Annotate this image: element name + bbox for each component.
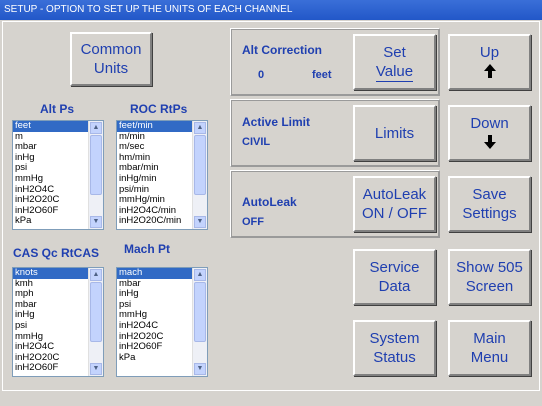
scroll-up-icon[interactable]: ▲: [90, 269, 102, 281]
down-label: Down: [470, 114, 509, 132]
alt-ps-listbox[interactable]: feet m mbar inHg psi mmHg inH2O4C inH2O20C inH2O…: [12, 120, 104, 230]
alt-correction-value: 0: [258, 69, 265, 81]
set-value-label-1: Set: [383, 43, 406, 61]
scroll-up-icon[interactable]: ▲: [90, 122, 102, 134]
list-item[interactable]: mach: [117, 268, 193, 279]
alt-ps-scrollbar[interactable]: ▲ ▼: [88, 121, 103, 229]
roc-rtps-items: feet/min m/min m/sec hm/min mbar/min inHg/min…: [117, 121, 193, 229]
save-settings-label-2: Settings: [462, 205, 517, 222]
common-units-label-2: Units: [93, 60, 129, 77]
common-units-button[interactable]: Common Units: [70, 32, 152, 86]
show-505-screen-button[interactable]: Show 505 Screen: [448, 249, 531, 305]
scroll-down-icon[interactable]: ▼: [194, 363, 206, 375]
set-value-button[interactable]: Set Value: [353, 34, 436, 90]
main-menu-button[interactable]: Main Menu: [448, 320, 531, 376]
cas-qc-rtcas-items: knots kmh mph mbar inHg psi mmHg inH2O4C inH2O20…: [13, 268, 89, 376]
cas-qc-rtcas-label: CAS Qc RtCAS: [13, 246, 100, 260]
autoleak-button-label-2: ON / OFF: [362, 205, 427, 222]
autoleak-toggle-button[interactable]: AutoLeak ON / OFF: [353, 176, 436, 232]
alt-correction-label: Alt Correction: [242, 43, 323, 57]
limits-button[interactable]: Limits: [353, 105, 436, 161]
scroll-thumb[interactable]: [90, 135, 102, 195]
system-status-label-2: Status: [373, 349, 416, 366]
alt-correction-unit: feet: [312, 69, 332, 81]
list-item[interactable]: knots: [13, 268, 89, 279]
main-menu-label-2: Menu: [470, 349, 509, 366]
roc-rtps-label: ROC RtPs: [130, 102, 188, 116]
mach-pt-scrollbar[interactable]: ▲ ▼: [192, 268, 207, 376]
cas-qc-rtcas-listbox[interactable]: knots kmh mph mbar inHg psi mmHg inH2O4C inH2O20…: [12, 267, 104, 377]
down-button[interactable]: Down: [448, 105, 531, 161]
list-item[interactable]: inH2O20C/min: [117, 216, 193, 227]
roc-rtps-scrollbar[interactable]: ▲ ▼: [192, 121, 207, 229]
service-data-button[interactable]: Service Data: [353, 249, 436, 305]
alt-ps-items: feet m mbar inHg psi mmHg inH2O4C inH2O20C inH2O…: [13, 121, 89, 229]
list-item[interactable]: feet/min: [117, 121, 193, 132]
list-item[interactable]: feet: [13, 121, 89, 132]
cas-qc-rtcas-scrollbar[interactable]: ▲ ▼: [88, 268, 103, 376]
service-data-label-2: Data: [378, 278, 411, 295]
set-value-label-2: Value: [375, 62, 414, 82]
list-item[interactable]: kPa: [13, 216, 89, 227]
scroll-down-icon[interactable]: ▼: [90, 363, 102, 375]
list-item[interactable]: mmHg: [13, 173, 89, 185]
mach-pt-listbox[interactable]: mach mbar inHg psi mmHg inH2O4C inH2O20C inH2O6…: [116, 267, 208, 377]
scroll-thumb[interactable]: [194, 282, 206, 342]
autoleak-label: AutoLeak: [242, 195, 297, 209]
up-label: Up: [479, 43, 500, 61]
active-limit-value: CIVIL: [242, 136, 271, 148]
scroll-thumb[interactable]: [194, 135, 206, 195]
list-item[interactable]: inH2O4C: [117, 320, 193, 332]
scroll-up-icon[interactable]: ▲: [194, 122, 206, 134]
system-status-button[interactable]: System Status: [353, 320, 436, 376]
list-item[interactable]: psi: [13, 320, 89, 332]
limits-label: Limits: [374, 124, 415, 142]
up-button[interactable]: Up: [448, 34, 531, 90]
service-data-label-1: Service: [369, 259, 420, 276]
autoleak-value: OFF: [242, 216, 264, 228]
show-505-label-1: Show 505: [456, 259, 523, 276]
system-status-label-1: System: [369, 330, 420, 347]
active-limit-label: Active Limit: [242, 115, 311, 129]
scroll-thumb[interactable]: [90, 282, 102, 342]
window-title: SETUP - OPTION TO SET UP THE UNITS OF EA…: [0, 0, 542, 20]
scroll-down-icon[interactable]: ▼: [194, 216, 206, 228]
save-settings-label-1: Save: [472, 186, 507, 203]
list-item[interactable]: inH2O60F: [13, 363, 89, 374]
arrow-up-icon: [483, 63, 496, 82]
roc-rtps-listbox[interactable]: feet/min m/min m/sec hm/min mbar/min inHg/min…: [116, 120, 208, 230]
mach-pt-items: mach mbar inHg psi mmHg inH2O4C inH2O20C inH2O6…: [117, 268, 193, 376]
arrow-down-icon: [483, 134, 496, 153]
common-units-label-1: Common: [80, 41, 142, 58]
main-menu-label-1: Main: [473, 330, 506, 347]
save-settings-button[interactable]: Save Settings: [448, 176, 531, 232]
list-item[interactable]: kPa: [117, 352, 193, 364]
show-505-label-2: Screen: [465, 278, 514, 295]
scroll-down-icon[interactable]: ▼: [90, 216, 102, 228]
mach-pt-label: Mach Pt: [124, 242, 171, 256]
autoleak-button-label-1: AutoLeak: [362, 186, 427, 203]
alt-ps-label: Alt Ps: [40, 102, 75, 116]
scroll-up-icon[interactable]: ▲: [194, 269, 206, 281]
list-item[interactable]: inHg/min: [117, 173, 193, 185]
